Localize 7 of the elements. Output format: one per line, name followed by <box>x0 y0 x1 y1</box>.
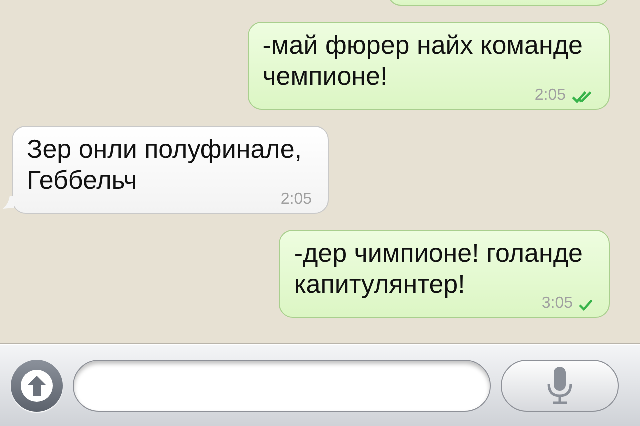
microphone-icon <box>547 366 573 405</box>
attach-button[interactable] <box>11 360 63 412</box>
bubble-tail <box>3 196 14 209</box>
message-time: 2:05 <box>534 86 566 106</box>
message-time: 2:05 <box>280 190 312 210</box>
message-time: 3:05 <box>542 294 573 314</box>
up-arrow-icon <box>28 376 46 396</box>
